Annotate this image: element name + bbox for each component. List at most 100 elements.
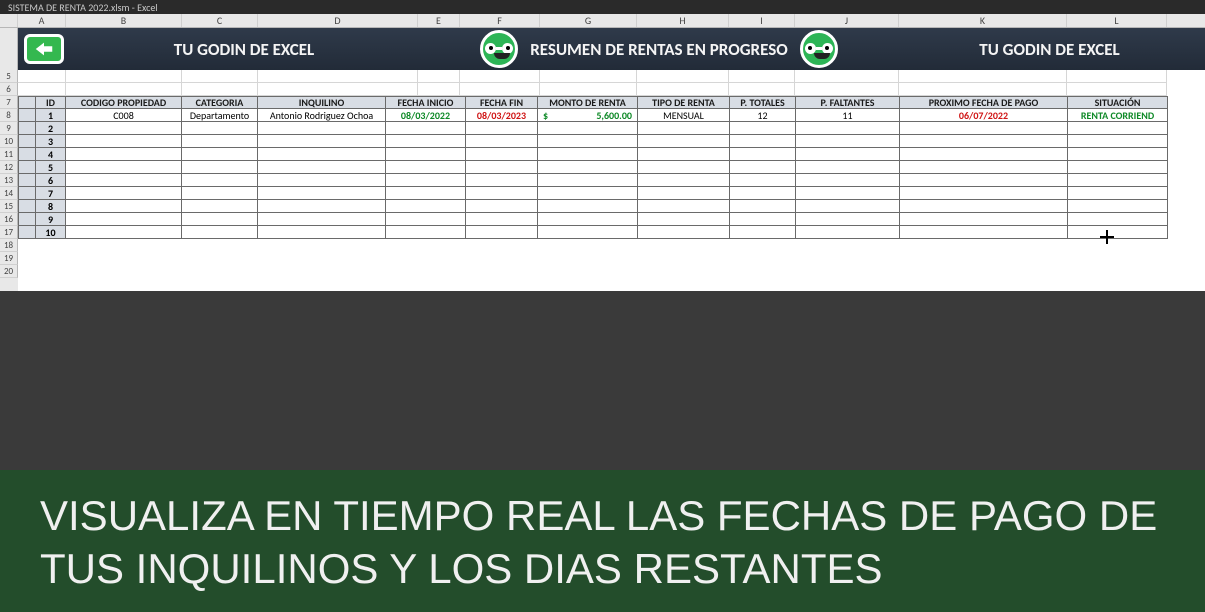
- table-cell[interactable]: [66, 187, 182, 200]
- table-cell[interactable]: [538, 187, 638, 200]
- table-cell[interactable]: [1068, 213, 1168, 226]
- table-row[interactable]: 9: [18, 213, 1205, 226]
- table-cell[interactable]: [538, 174, 638, 187]
- table-cell[interactable]: [730, 187, 796, 200]
- table-cell[interactable]: [538, 213, 638, 226]
- table-cell[interactable]: [638, 161, 730, 174]
- table-cell[interactable]: Departamento: [182, 109, 258, 122]
- table-cell[interactable]: [900, 122, 1068, 135]
- select-all-corner[interactable]: [0, 14, 18, 27]
- table-cell[interactable]: [466, 148, 538, 161]
- table-cell[interactable]: [258, 148, 386, 161]
- table-cell[interactable]: [1068, 148, 1168, 161]
- table-cell[interactable]: [538, 148, 638, 161]
- table-row[interactable]: 7: [18, 187, 1205, 200]
- table-cell[interactable]: [900, 226, 1068, 239]
- table-cell[interactable]: [796, 200, 900, 213]
- table-cell[interactable]: [538, 122, 638, 135]
- table-cell[interactable]: [258, 174, 386, 187]
- table-cell[interactable]: [258, 161, 386, 174]
- table-header-cell[interactable]: PROXIMO FECHA DE PAGO: [900, 96, 1068, 109]
- table-cell[interactable]: [182, 161, 258, 174]
- row-number[interactable]: 10: [0, 135, 18, 148]
- table-cell[interactable]: [638, 122, 730, 135]
- column-header[interactable]: I: [729, 14, 795, 27]
- row-number[interactable]: 6: [0, 83, 18, 96]
- column-header[interactable]: K: [899, 14, 1067, 27]
- table-cell[interactable]: [466, 174, 538, 187]
- table-cell[interactable]: [1068, 200, 1168, 213]
- table-cell[interactable]: [466, 161, 538, 174]
- column-header[interactable]: E: [418, 14, 460, 27]
- table-cell[interactable]: Antonio Rodriguez Ochoa: [258, 109, 386, 122]
- table-cell[interactable]: [796, 226, 900, 239]
- column-header[interactable]: G: [540, 14, 637, 27]
- table-cell[interactable]: [466, 200, 538, 213]
- table-cell[interactable]: [900, 187, 1068, 200]
- table-cell[interactable]: [386, 161, 466, 174]
- table-cell[interactable]: [1068, 174, 1168, 187]
- row-number[interactable]: 20: [0, 265, 18, 278]
- table-cell[interactable]: [900, 135, 1068, 148]
- column-header[interactable]: C: [182, 14, 258, 27]
- table-cell[interactable]: [1068, 226, 1168, 239]
- table-cell[interactable]: [182, 148, 258, 161]
- table-header-cell[interactable]: MONTO DE RENTA: [538, 96, 638, 109]
- table-cell[interactable]: [182, 122, 258, 135]
- table-cell[interactable]: [182, 213, 258, 226]
- row-number[interactable]: 5: [0, 70, 18, 83]
- table-cell[interactable]: [66, 135, 182, 148]
- table-cell[interactable]: [538, 226, 638, 239]
- table-cell[interactable]: C008: [66, 109, 182, 122]
- row-number[interactable]: 16: [0, 213, 18, 226]
- row-number[interactable]: 14: [0, 187, 18, 200]
- table-cell[interactable]: MENSUAL: [638, 109, 730, 122]
- table-cell[interactable]: 11: [796, 109, 900, 122]
- table-cell[interactable]: 1: [36, 109, 66, 122]
- row-number[interactable]: 12: [0, 161, 18, 174]
- table-cell[interactable]: [796, 148, 900, 161]
- table-cell[interactable]: 4: [36, 148, 66, 161]
- table-row[interactable]: 3: [18, 135, 1205, 148]
- row-number[interactable]: 9: [0, 122, 18, 135]
- table-cell[interactable]: 08/03/2022: [386, 109, 466, 122]
- table-cell[interactable]: [730, 200, 796, 213]
- table-cell[interactable]: [386, 174, 466, 187]
- table-cell[interactable]: [66, 200, 182, 213]
- table-row[interactable]: 10: [18, 226, 1205, 239]
- row-number[interactable]: 7: [0, 96, 18, 109]
- table-cell[interactable]: [182, 174, 258, 187]
- table-cell[interactable]: [538, 200, 638, 213]
- table-cell[interactable]: [386, 200, 466, 213]
- table-cell[interactable]: [900, 200, 1068, 213]
- table-header-cell[interactable]: CATEGORIA: [182, 96, 258, 109]
- table-cell[interactable]: [730, 226, 796, 239]
- table-cell[interactable]: [386, 122, 466, 135]
- table-cell[interactable]: [730, 122, 796, 135]
- table-cell[interactable]: [466, 122, 538, 135]
- table-cell[interactable]: [638, 187, 730, 200]
- table-row[interactable]: 6: [18, 174, 1205, 187]
- table-row[interactable]: 1C008DepartamentoAntonio Rodriguez Ochoa…: [18, 109, 1205, 122]
- back-button[interactable]: [24, 34, 64, 64]
- table-cell[interactable]: [466, 226, 538, 239]
- table-cell[interactable]: 12: [730, 109, 796, 122]
- table-cell[interactable]: [730, 135, 796, 148]
- table-row[interactable]: 4: [18, 148, 1205, 161]
- table-cell[interactable]: [466, 135, 538, 148]
- table-cell[interactable]: [638, 174, 730, 187]
- table-cell[interactable]: [66, 226, 182, 239]
- table-cell[interactable]: [386, 148, 466, 161]
- table-cell[interactable]: [182, 226, 258, 239]
- table-cell[interactable]: [796, 122, 900, 135]
- table-cell[interactable]: [258, 226, 386, 239]
- table-header-cell[interactable]: CODIGO PROPIEDAD: [66, 96, 182, 109]
- table-cell[interactable]: [1068, 161, 1168, 174]
- table-cell[interactable]: 10: [36, 226, 66, 239]
- table-cell[interactable]: [730, 161, 796, 174]
- table-cell[interactable]: [386, 187, 466, 200]
- table-cell[interactable]: [1068, 187, 1168, 200]
- table-cell[interactable]: [386, 213, 466, 226]
- table-cell[interactable]: [638, 148, 730, 161]
- row-number[interactable]: 15: [0, 200, 18, 213]
